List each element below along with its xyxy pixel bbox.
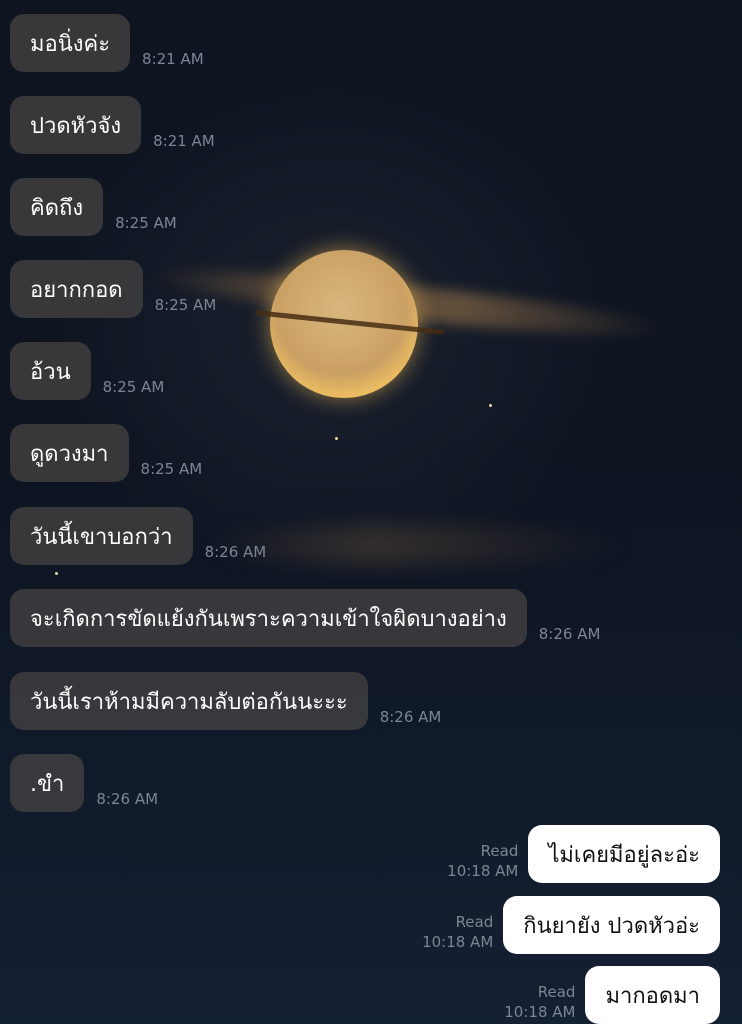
message-bubble[interactable]: วันนี้เขาบอกว่า (10, 507, 193, 565)
outgoing-message[interactable]: Read 10:18 AM ไม่เคยมีอยู่ละอ่ะ (447, 825, 720, 883)
message-time: 10:18 AM (447, 862, 519, 880)
message-time: 8:25 AM (154, 296, 217, 314)
message-bubble[interactable]: คิดถึง (10, 178, 104, 236)
message-bubble[interactable]: .ขำ (10, 754, 85, 812)
incoming-message[interactable]: ดูดวงมา 8:25 AM (10, 424, 202, 482)
message-time: 8:26 AM (379, 708, 442, 726)
message-time: 8:21 AM (142, 50, 204, 68)
message-time: 8:21 AM (153, 132, 215, 150)
message-bubble[interactable]: อ้วน (10, 342, 91, 400)
message-meta: Read 10:18 AM (504, 982, 575, 1022)
message-meta: Read 10:18 AM (422, 912, 493, 952)
message-bubble[interactable]: ดูดวงมา (10, 424, 129, 482)
read-status: Read (480, 842, 519, 860)
message-time: 10:18 AM (504, 1003, 576, 1021)
incoming-message[interactable]: มอนิ่งค่ะ 8:21 AM (10, 14, 204, 72)
message-time: 10:18 AM (422, 933, 494, 951)
incoming-message[interactable]: ปวดหัวจัง 8:21 AM (10, 96, 215, 154)
message-bubble[interactable]: มอนิ่งค่ะ (10, 14, 131, 72)
read-status: Read (537, 983, 576, 1001)
message-bubble[interactable]: มากอดมา (585, 966, 720, 1024)
message-bubble[interactable]: ไม่เคยมีอยู่ละอ่ะ (528, 825, 720, 883)
incoming-message[interactable]: .ขำ 8:26 AM (10, 754, 158, 812)
star (335, 437, 338, 440)
message-time: 8:25 AM (102, 378, 165, 396)
message-time: 8:25 AM (140, 460, 203, 478)
incoming-message[interactable]: อยากกอด 8:25 AM (10, 260, 216, 318)
incoming-message[interactable]: วันนี้เขาบอกว่า 8:26 AM (10, 507, 266, 565)
message-bubble[interactable]: ปวดหัวจัง (10, 96, 142, 154)
outgoing-message[interactable]: Read 10:18 AM กินยายัง ปวดหัวอ่ะ (422, 896, 720, 954)
incoming-message[interactable]: คิดถึง 8:25 AM (10, 178, 177, 236)
message-meta: Read 10:18 AM (447, 841, 518, 881)
message-time: 8:26 AM (204, 543, 267, 561)
message-time: 8:26 AM (538, 625, 601, 643)
star (55, 572, 58, 575)
star (489, 404, 492, 407)
incoming-message[interactable]: อ้วน 8:25 AM (10, 342, 164, 400)
message-time: 8:26 AM (96, 790, 159, 808)
incoming-message[interactable]: จะเกิดการขัดแย้งกันเพราะความเข้าใจผิดบาง… (10, 589, 600, 647)
incoming-message[interactable]: วันนี้เราห้ามมีความลับต่อกันนะะะ 8:26 AM (10, 672, 441, 730)
message-time: 8:25 AM (115, 214, 177, 232)
message-bubble[interactable]: กินยายัง ปวดหัวอ่ะ (503, 896, 720, 954)
outgoing-message[interactable]: Read 10:18 AM มากอดมา (504, 966, 720, 1024)
read-status: Read (455, 913, 494, 931)
message-bubble[interactable]: จะเกิดการขัดแย้งกันเพราะความเข้าใจผิดบาง… (10, 589, 527, 647)
message-bubble[interactable]: วันนี้เราห้ามมีความลับต่อกันนะะะ (10, 672, 368, 730)
message-bubble[interactable]: อยากกอด (10, 260, 143, 318)
